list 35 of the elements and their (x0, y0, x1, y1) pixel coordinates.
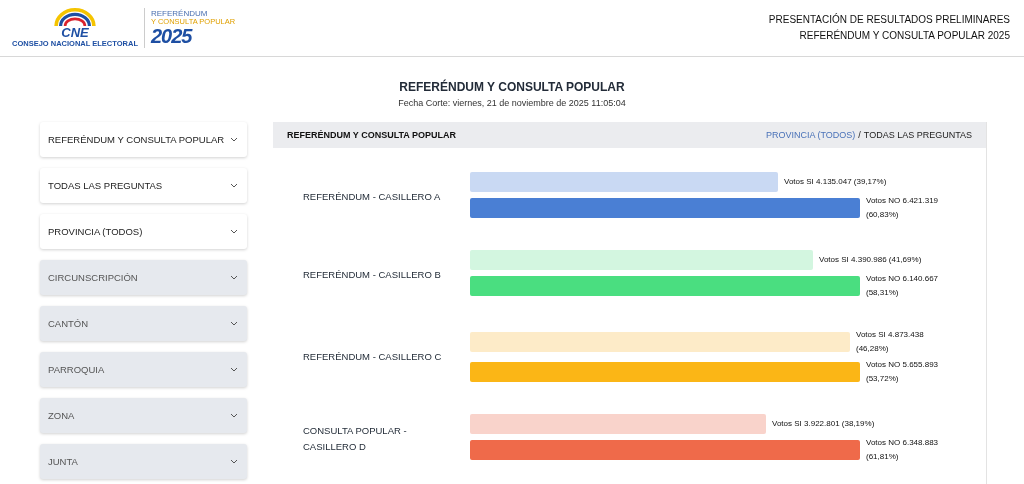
vote-label: Votos NO 6.348.883 (61,81%) (866, 437, 940, 463)
breadcrumb-current: TODAS LAS PREGUNTAS (863, 130, 972, 140)
chevron-down-icon (230, 459, 238, 464)
chevron-down-icon (230, 367, 238, 372)
logo-event-title: REFERÉNDUM (151, 10, 209, 19)
question-name: REFERÉNDUM - CASILLERO C (302, 350, 443, 364)
chevron-down-icon (230, 183, 238, 188)
vote-label: Votos NO 5.655.893 (53,72%) (866, 359, 940, 385)
vote-label: Votos NO 6.421.319 (60,83%) (866, 195, 940, 221)
chevron-down-icon (230, 275, 238, 280)
filter-dropdown[interactable]: REFERÉNDUM Y CONSULTA POPULAR (40, 122, 247, 157)
cutoff-date: Fecha Corte: viernes, 21 de noviembre de 2025 11:05:04 (398, 97, 626, 110)
breadcrumb-link[interactable]: PROVINCIA (TODOS) (765, 130, 856, 140)
question-name: REFERÉNDUM - CASILLERO A (302, 190, 442, 204)
chevron-down-icon (230, 321, 238, 326)
panel-title: REFERÉNDUM Y CONSULTA POPULAR (287, 130, 456, 140)
vote-label: Votos SI 4.873.438 (46,28%) (856, 329, 925, 355)
chevron-down-icon (230, 229, 238, 234)
vote-label: Votos NO 6.140.667 (58,31%) (866, 273, 940, 299)
header-subtitle: REFERÉNDUM Y CONSULTA POPULAR 2025 (799, 28, 1010, 43)
page-title: REFERÉNDUM Y CONSULTA POPULAR (399, 79, 625, 95)
header-title: PRESENTACIÓN DE RESULTADOS PRELIMINARES (768, 12, 1010, 27)
logo-year: 2025 (151, 25, 194, 46)
question-name: CONSULTA POPULAR - CASILLERO D (302, 424, 408, 454)
logo-text: CNE (61, 26, 89, 39)
breadcrumb-separator: / (858, 130, 861, 140)
vote-label: Votos SI 4.135.047 (39,17%) (784, 176, 887, 188)
filter-dropdown[interactable]: TODAS LAS PREGUNTAS (40, 168, 247, 203)
chevron-down-icon (230, 413, 238, 418)
filter-dropdown[interactable]: PROVINCIA (TODOS) (40, 214, 247, 249)
rainbow-arc-icon (52, 8, 98, 26)
chevron-down-icon (230, 137, 238, 142)
vote-label: Votos SI 3.922.801 (38,19%) (772, 418, 875, 430)
vote-label: Votos SI 4.390.986 (41,69%) (819, 254, 922, 266)
question-name: REFERÉNDUM - CASILLERO B (302, 268, 442, 282)
